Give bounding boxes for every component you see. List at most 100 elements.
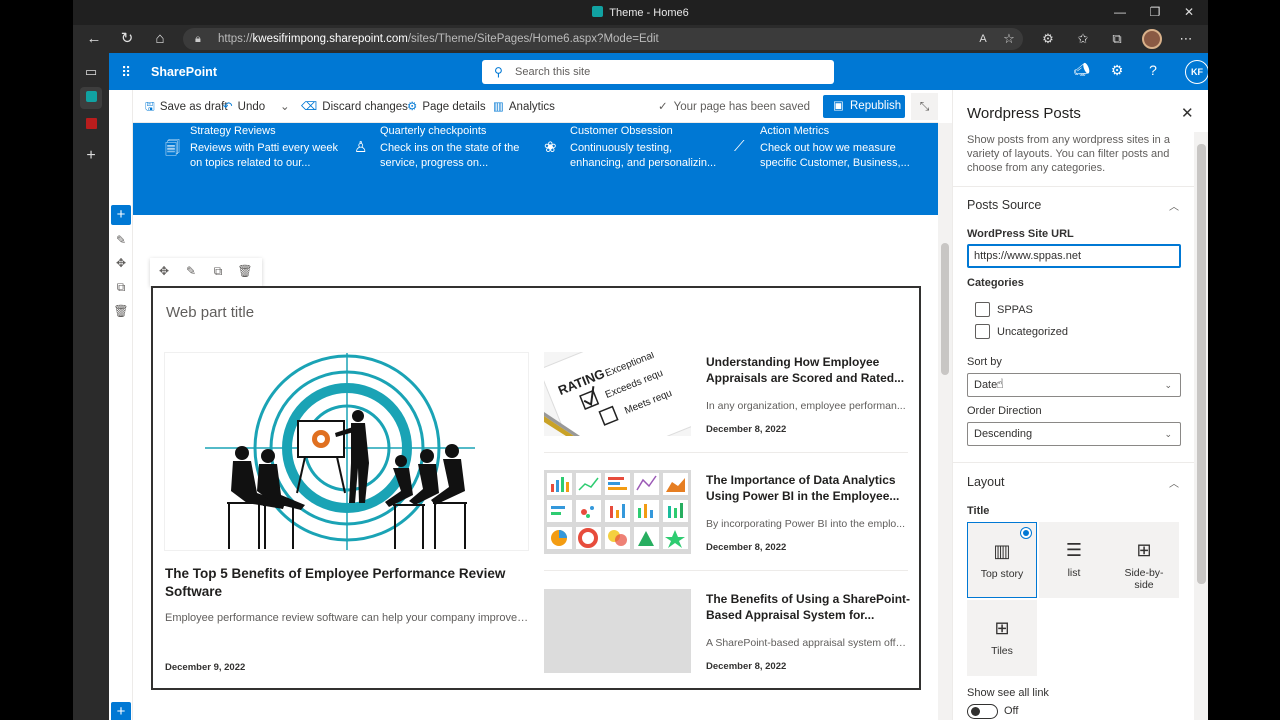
toggle-state: Off [1004,705,1019,717]
checkbox-label: SPPAS [997,304,1033,316]
url-field[interactable]: 🔒︎ https://kwesifrimpong.sharepoint.com/… [183,28,1023,50]
top-story-icon: ▥ [993,541,1011,561]
webpart-title[interactable]: Web part title [166,304,254,321]
scroll-thumb[interactable] [941,243,949,375]
list-item[interactable]: The Importance of Data Analytics Using P… [544,470,910,580]
more-icon[interactable]: ⋯ [1176,30,1196,48]
analytics-button[interactable]: ▥ Analytics [493,99,555,113]
post-excerpt: In any organization, employee performan.… [706,400,906,412]
close-window-icon[interactable]: ✕ [1179,4,1199,20]
republish-button[interactable]: ▣ Republish [823,95,905,118]
quick-link-customer[interactable]: Customer Obsession Continuously testing,… [570,125,750,169]
suite-bar: ⠿ SharePoint ⚲ Search this site 📣︎ ⚙ ? K… [109,53,1208,90]
collections-icon[interactable]: ⧉ [1107,30,1127,48]
search-input[interactable]: ⚲ Search this site [482,60,834,84]
move-icon[interactable]: ✥ [156,264,172,278]
pane-scrollbar[interactable] [1194,132,1208,720]
maximize-icon[interactable]: ❐ [1145,4,1165,20]
collapse-pane-icon[interactable]: ⤡ [911,93,938,120]
section-toolbar: + ✎ ✥ ⧉ 🗑︎ + [109,90,133,720]
section-layout[interactable]: Layout [967,475,1005,489]
edit-section-icon[interactable]: ✎ [113,232,129,248]
page-details-button[interactable]: ⚙ Page details [407,99,486,113]
duplicate-icon[interactable]: ⧉ [210,264,226,279]
brand-name[interactable]: SharePoint [151,65,217,79]
browser-window: Theme - Home6 — ❐ ✕ ← ↻ ⌂ 🔒︎ https://kwe… [73,0,1208,720]
add-section-bottom-button[interactable]: + [111,702,131,720]
read-aloud-icon[interactable]: A [973,30,993,48]
post-title[interactable]: The Benefits of Using a SharePoint-Based… [706,591,912,623]
refresh-icon[interactable]: ↻ [116,29,138,49]
settings-icon[interactable]: ⚙ [1107,62,1127,82]
quick-link-quarterly[interactable]: Quarterly checkpoints Check ins on the s… [380,125,560,169]
page-canvas: 🗐︎ ♙ ❀ ⟋ Strategy Reviews Reviews with P… [133,123,938,720]
second-tab-icon[interactable] [80,114,102,136]
discard-button[interactable]: ⌫ Discard changes [301,99,408,113]
pane-description: Show posts from any wordpress sites in a… [967,134,1170,174]
undo-button[interactable]: ↶ Undo [223,99,265,113]
delete-section-icon[interactable]: 🗑︎ [113,303,129,319]
rating-form-image: RATING Exceptional Exceeds requ Meets re… [544,352,691,436]
save-icon: 🖫︎ [145,101,155,113]
pane-scroll-thumb[interactable] [1197,144,1206,584]
main-post-image[interactable] [164,352,529,551]
megaphone-icon[interactable]: 📣︎ [1072,62,1092,82]
canvas-scrollbar[interactable] [938,123,952,720]
chevron-up-icon[interactable]: ︿ [1169,475,1179,490]
favorite-add-icon[interactable]: ☆ [999,30,1019,48]
profile-avatar[interactable] [1142,29,1162,49]
post-thumbnail-rating[interactable]: RATING Exceptional Exceeds requ Meets re… [544,352,691,436]
analytics-icon: ▥ [493,101,504,113]
site-url-input[interactable]: https://www.sppas.net [967,244,1181,268]
post-title[interactable]: The Importance of Data Analytics Using P… [706,472,912,504]
layout-option-list[interactable]: ☰ list [1039,522,1109,598]
duplicate-section-icon[interactable]: ⧉ [113,279,129,295]
post-excerpt: By incorporating Power BI into the emplo… [706,518,906,530]
new-tab-icon[interactable]: + [80,145,102,167]
tiles-icon: ⊞ [994,618,1010,638]
see-all-toggle[interactable] [967,704,998,719]
tab-actions-icon[interactable]: ▭ [80,61,102,83]
post-thumbnail-placeholder[interactable] [544,589,691,673]
chevron-up-icon[interactable]: ︿ [1169,198,1179,213]
post-title[interactable]: Understanding How Employee Appraisals ar… [706,354,912,386]
quick-link-metrics[interactable]: Action Metrics Check out how we measure s… [760,125,938,169]
main-post-title[interactable]: The Top 5 Benefits of Employee Performan… [165,565,525,601]
add-section-button[interactable]: + [111,205,131,225]
user-avatar[interactable]: KF [1185,60,1208,84]
move-section-icon[interactable]: ✥ [113,255,129,271]
delete-icon[interactable]: 🗑︎ [237,264,253,278]
wordpress-webpart[interactable]: Web part title The Top 5 Benefits of Emp… [151,286,921,690]
divider [544,452,908,453]
home-icon[interactable]: ⌂ [149,29,171,49]
list-item[interactable]: RATING Exceptional Exceeds requ Meets re… [544,352,910,462]
back-icon[interactable]: ← [83,29,105,49]
app-launcher-icon[interactable]: ⠿ [121,64,132,81]
post-date: December 8, 2022 [706,661,787,672]
layout-option-side-by-side[interactable]: ⊞ Side-by-side [1109,522,1179,598]
list-item[interactable]: The Benefits of Using a SharePoint-Based… [544,589,910,699]
sharepoint-logo-icon [592,6,604,17]
property-pane: Wordpress Posts ✕ Show posts from any wo… [952,90,1208,720]
help-icon[interactable]: ? [1143,62,1163,82]
save-draft-button[interactable]: 🖫︎ Save as draft [145,99,228,118]
window-titlebar: Theme - Home6 — ❐ ✕ [73,0,1208,25]
layout-option-tiles[interactable]: ⊞ Tiles [967,600,1037,676]
undo-dropdown-icon[interactable]: ⌄ [280,99,290,113]
checkbox-sppas[interactable] [975,302,990,317]
checkbox-uncategorized[interactable] [975,324,990,339]
order-dropdown[interactable]: Descending ⌄ [967,422,1181,446]
quick-link-strategy[interactable]: Strategy Reviews Reviews with Patti ever… [190,125,370,169]
quick-links-section: 🗐︎ ♙ ❀ ⟋ Strategy Reviews Reviews with P… [133,123,938,215]
section-posts-source[interactable]: Posts Source [967,198,1041,212]
sharepoint-tab-icon[interactable] [80,87,102,109]
extensions-icon[interactable]: ⚙ [1038,30,1058,48]
minimize-icon[interactable]: — [1110,4,1130,20]
edit-icon[interactable]: ✎ [183,264,199,278]
layout-option-top-story[interactable]: ▥ Top story [967,522,1037,598]
window-title: Theme - Home6 [609,7,689,19]
post-thumbnail-charts[interactable] [544,470,691,554]
post-excerpt: A SharePoint-based appraisal system offe… [706,637,908,649]
close-icon[interactable]: ✕ [1181,104,1194,122]
favorites-icon[interactable]: ✩ [1073,30,1093,48]
